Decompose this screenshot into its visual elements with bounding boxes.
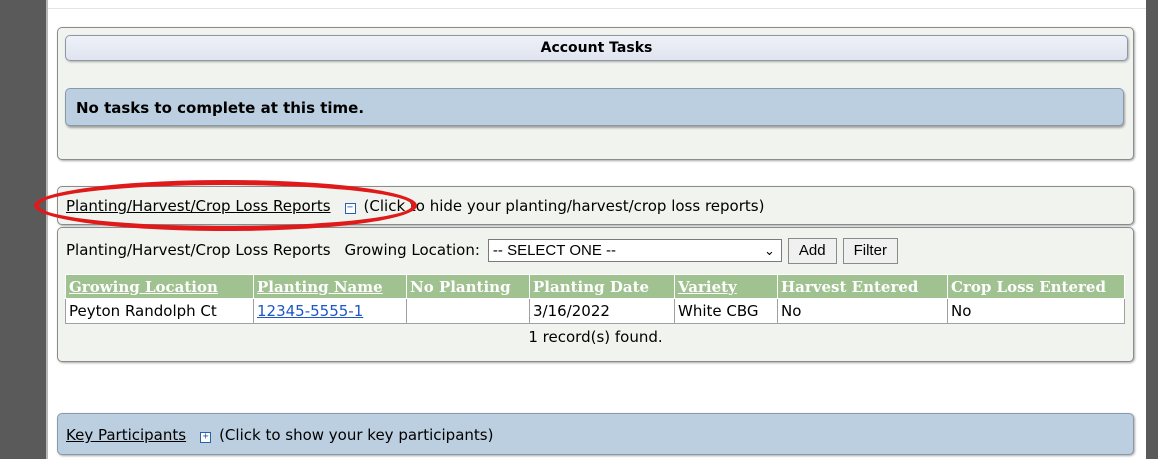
reports-table: Growing Location Planting Name No Planti…: [65, 274, 1125, 324]
col-planting-date: Planting Date: [529, 274, 675, 299]
growing-location-selected-value: -- SELECT ONE --: [492, 242, 616, 259]
cell-no-planting: [406, 298, 530, 324]
key-participants-toggle-link[interactable]: Key Participants: [66, 426, 186, 444]
col-harvest-entered: Harvest Entered: [777, 274, 948, 299]
cell-planting-date: 3/16/2022: [529, 298, 675, 324]
table-row: Peyton Randolph Ct 12345-5555-1 3/16/202…: [65, 298, 1125, 324]
right-page-border: [1146, 0, 1158, 459]
col-growing-location[interactable]: Growing Location: [65, 274, 254, 299]
cell-growing-location: Peyton Randolph Ct: [65, 298, 254, 324]
cell-variety: White CBG: [674, 298, 778, 324]
account-tasks-header: Account Tasks: [65, 35, 1128, 61]
col-variety[interactable]: Variety: [674, 274, 778, 299]
reports-controls: Planting/Harvest/Crop Loss Reports Growin…: [66, 236, 898, 264]
top-divider: [48, 8, 1146, 9]
no-tasks-message: No tasks to complete at this time.: [65, 88, 1124, 126]
col-no-planting: No Planting: [406, 274, 530, 299]
table-header-row: Growing Location Planting Name No Planti…: [65, 274, 1125, 299]
record-count: 1 record(s) found.: [528, 328, 663, 346]
cell-planting-name: 12345-5555-1: [253, 298, 407, 324]
growing-location-label: Growing Location:: [344, 241, 480, 259]
left-page-divider: [46, 0, 48, 459]
add-button[interactable]: Add: [787, 237, 837, 264]
highlight-ellipse-annotation: [34, 180, 417, 231]
cell-crop-loss-entered: No: [947, 298, 1125, 324]
col-crop-loss-entered: Crop Loss Entered: [947, 274, 1125, 299]
expand-plus-icon[interactable]: +: [200, 432, 212, 443]
key-participants-toggle-hint: (Click to show your key participants): [219, 426, 494, 444]
key-participants-panel: Key Participants + (Click to show your key…: [57, 413, 1134, 455]
growing-location-select[interactable]: -- SELECT ONE -- ⌄: [487, 239, 782, 262]
reports-label: Planting/Harvest/Crop Loss Reports: [66, 241, 331, 259]
col-planting-name[interactable]: Planting Name: [253, 274, 407, 299]
planting-name-link[interactable]: 12345-5555-1: [257, 302, 363, 320]
chevron-down-icon: ⌄: [764, 243, 775, 258]
left-page-border: [0, 0, 46, 459]
phc-reports-toggle-hint: (Click to hide your planting/harvest/cro…: [363, 197, 765, 215]
filter-button[interactable]: Filter: [842, 237, 898, 264]
key-participants-toggle-row: Key Participants + (Click to show your key…: [66, 414, 493, 456]
phc-reports-panel: Planting/Harvest/Crop Loss Reports Growin…: [57, 227, 1134, 362]
cell-harvest-entered: No: [777, 298, 948, 324]
